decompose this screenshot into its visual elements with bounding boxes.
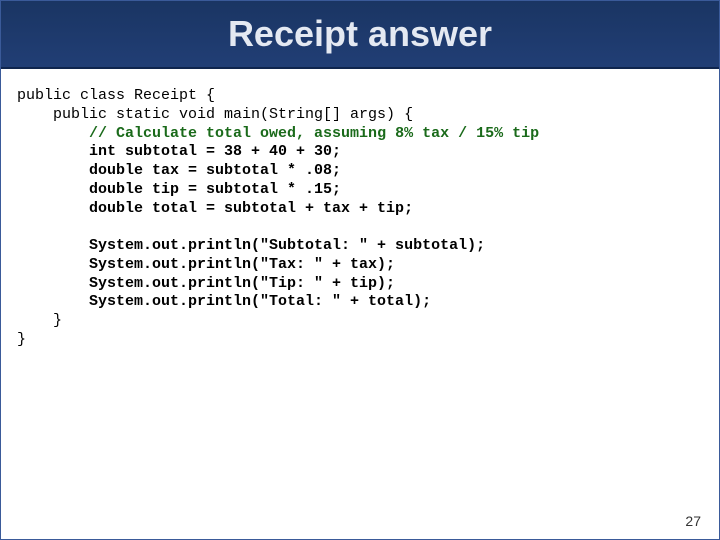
code-line: public class Receipt { bbox=[17, 87, 215, 104]
code-block: public class Receipt { public static voi… bbox=[1, 69, 719, 350]
code-line: System.out.println("Subtotal: " + subtot… bbox=[17, 237, 485, 254]
code-comment: // Calculate total owed, assuming 8% tax… bbox=[89, 125, 539, 142]
code-line: System.out.println("Tax: " + tax); bbox=[17, 256, 395, 273]
code-line: System.out.println("Tip: " + tip); bbox=[17, 275, 395, 292]
code-line-indent bbox=[17, 125, 89, 142]
code-line: int subtotal = 38 + 40 + 30; bbox=[17, 143, 341, 160]
code-line: System.out.println("Total: " + total); bbox=[17, 293, 431, 310]
slide: Receipt answer public class Receipt { pu… bbox=[0, 0, 720, 540]
title-bar: Receipt answer bbox=[1, 1, 719, 69]
code-line: } bbox=[17, 331, 26, 348]
code-line: double tip = subtotal * .15; bbox=[17, 181, 341, 198]
code-line: double tax = subtotal * .08; bbox=[17, 162, 341, 179]
page-number: 27 bbox=[685, 513, 701, 529]
slide-title: Receipt answer bbox=[228, 13, 492, 55]
code-line: public static void main(String[] args) { bbox=[17, 106, 413, 123]
code-line: double total = subtotal + tax + tip; bbox=[17, 200, 413, 217]
code-line: } bbox=[17, 312, 62, 329]
